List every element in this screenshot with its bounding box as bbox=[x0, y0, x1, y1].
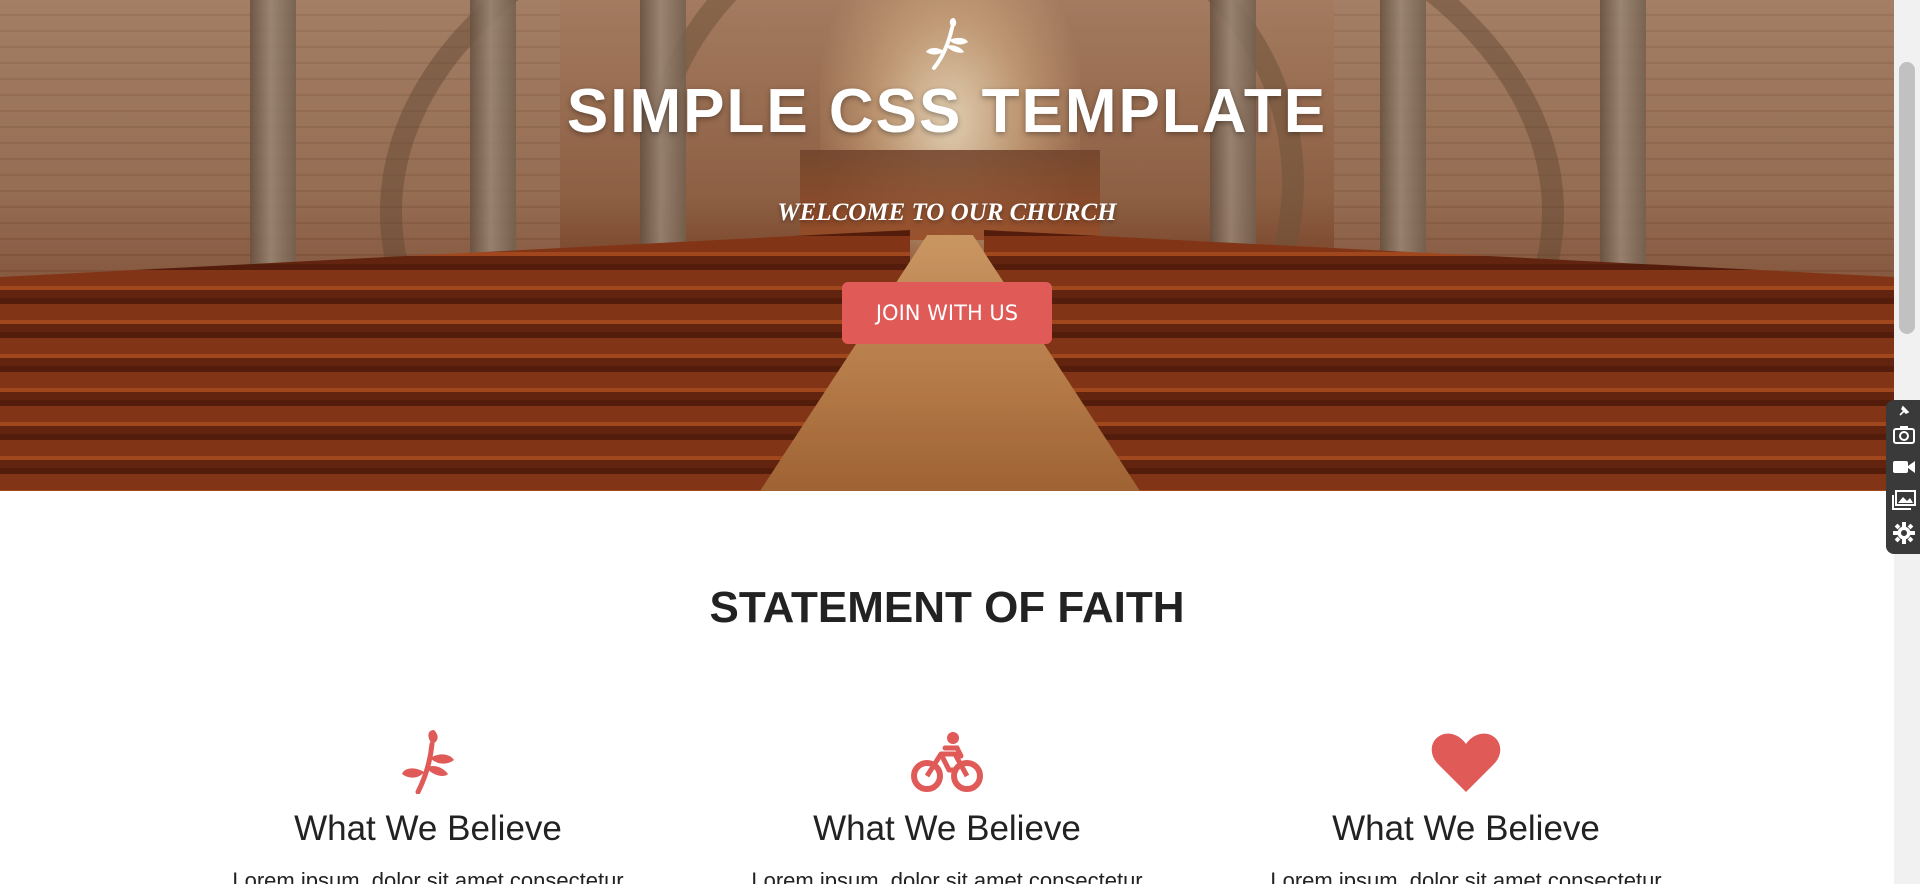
faith-item-text: Lorem ipsum, dolor sit amet consectetur bbox=[751, 868, 1143, 884]
scrollbar-thumb[interactable] bbox=[1899, 62, 1915, 334]
page: SIMPLE CSS TEMPLATE WELCOME TO OUR CHURC… bbox=[0, 0, 1894, 884]
video-icon[interactable] bbox=[1892, 455, 1916, 479]
pin-icon[interactable] bbox=[1892, 404, 1916, 418]
faith-item: What We Believe Lorem ipsum, dolor sit a… bbox=[1206, 730, 1726, 884]
heart-icon bbox=[1431, 733, 1501, 792]
bicycle-rider-icon bbox=[911, 732, 983, 792]
hero-subtitle: WELCOME TO OUR CHURCH bbox=[777, 199, 1117, 226]
gallery-icon[interactable] bbox=[1892, 488, 1916, 512]
leaf-sprig-icon bbox=[402, 730, 454, 794]
camera-icon[interactable] bbox=[1892, 422, 1916, 446]
faith-item-heading: What We Believe bbox=[1332, 809, 1600, 848]
leaf-sprig-icon bbox=[926, 18, 968, 70]
faith-item-text: Lorem ipsum, dolor sit amet consectetur bbox=[232, 868, 624, 884]
section-title: STATEMENT OF FAITH bbox=[709, 583, 1185, 632]
hero-title: SIMPLE CSS TEMPLATE bbox=[566, 77, 1328, 146]
faith-item-text: Lorem ipsum, dolor sit amet consectetur bbox=[1270, 868, 1662, 884]
join-button[interactable]: JOIN WITH US bbox=[842, 282, 1052, 344]
faith-item-heading: What We Believe bbox=[813, 809, 1081, 848]
faith-item: What We Believe Lorem ipsum, dolor sit a… bbox=[168, 730, 688, 884]
faith-item-heading: What We Believe bbox=[294, 809, 562, 848]
side-toolbar bbox=[1886, 400, 1920, 554]
faith-item: What We Believe Lorem ipsum, dolor sit a… bbox=[687, 730, 1207, 884]
hero-banner: SIMPLE CSS TEMPLATE WELCOME TO OUR CHURC… bbox=[0, 0, 1894, 491]
gear-icon[interactable] bbox=[1892, 521, 1916, 545]
